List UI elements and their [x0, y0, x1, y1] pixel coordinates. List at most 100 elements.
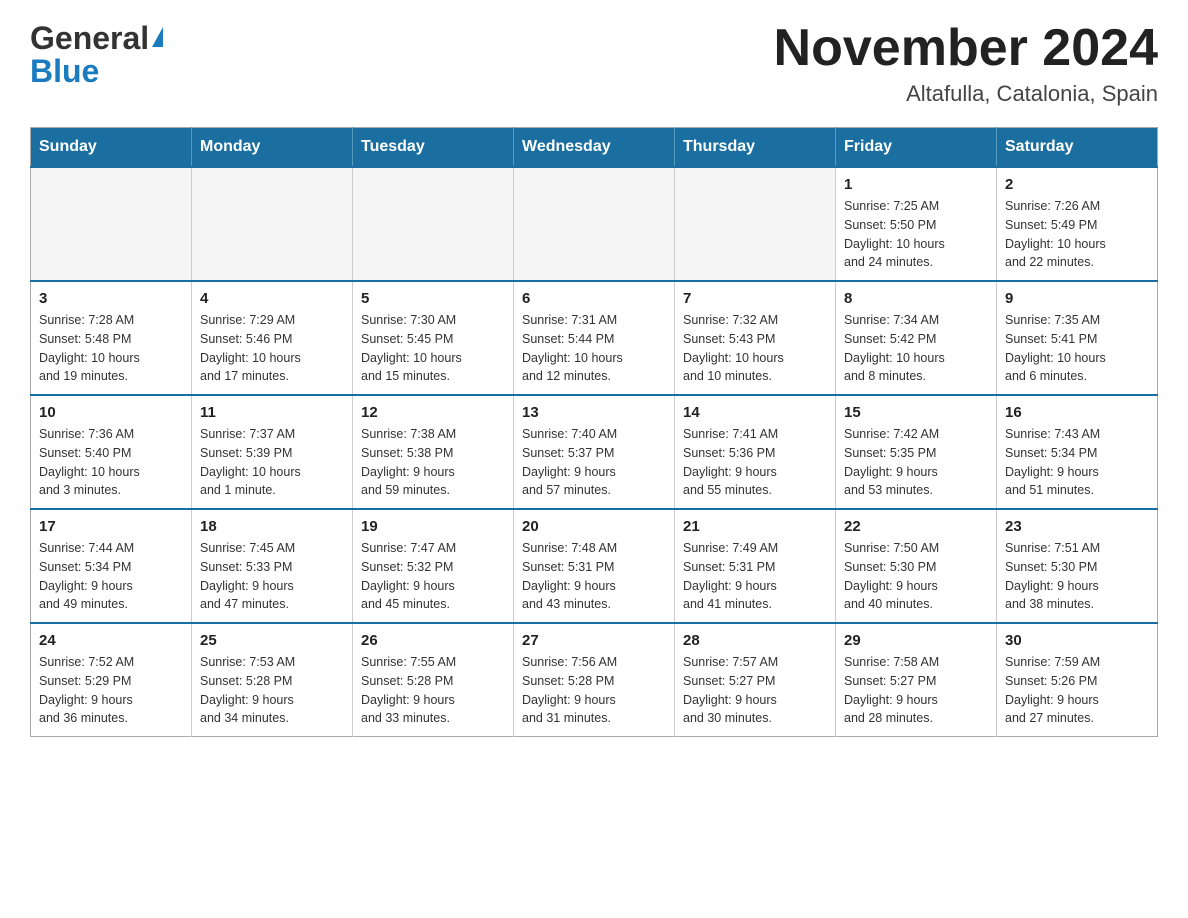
day-number: 2 [1005, 176, 1149, 193]
day-info: Sunrise: 7:49 AM Sunset: 5:31 PM Dayligh… [683, 539, 827, 614]
month-title: November 2024 [774, 20, 1158, 77]
weekday-header-thursday: Thursday [675, 128, 836, 168]
calendar-cell: 25 Sunrise: 7:53 AM Sunset: 5:28 PM Dayli… [192, 623, 353, 737]
day-info: Sunrise: 7:40 AM Sunset: 5:37 PM Dayligh… [522, 425, 666, 500]
day-info: Sunrise: 7:59 AM Sunset: 5:26 PM Dayligh… [1005, 653, 1149, 728]
calendar-cell: 30Sunrise: 7:59 AM Sunset: 5:26 PM Dayli… [997, 623, 1158, 737]
day-number: 20 [522, 518, 666, 535]
day-info: Sunrise: 7:52 AM Sunset: 5:29 PM Dayligh… [39, 653, 183, 728]
calendar-cell: 9Sunrise: 7:35 AM Sunset: 5:41 PM Daylig… [997, 281, 1158, 395]
day-info: Sunrise: 7:42 AM Sunset: 5:35 PM Dayligh… [844, 425, 988, 500]
calendar-cell: 2 Sunrise: 7:26 AM Sunset: 5:49 PM Daylig… [997, 167, 1158, 281]
day-info: Sunrise: 7:51 AM Sunset: 5:30 PM Dayligh… [1005, 539, 1149, 614]
day-number: 11 [200, 404, 344, 421]
day-info: Sunrise: 7:31 AM Sunset: 5:44 PM Dayligh… [522, 311, 666, 386]
calendar-cell: 28 Sunrise: 7:57 AM Sunset: 5:27 PM Dayli… [675, 623, 836, 737]
calendar-cell: 14 Sunrise: 7:41 AM Sunset: 5:36 PM Dayli… [675, 395, 836, 509]
calendar-week-row: 24 Sunrise: 7:52 AM Sunset: 5:29 PM Dayli… [31, 623, 1158, 737]
calendar-cell: 21 Sunrise: 7:49 AM Sunset: 5:31 PM Dayli… [675, 509, 836, 623]
day-number: 24 [39, 632, 183, 649]
calendar-cell: 13 Sunrise: 7:40 AM Sunset: 5:37 PM Dayli… [514, 395, 675, 509]
day-info: Sunrise: 7:43 AM Sunset: 5:34 PM Dayligh… [1005, 425, 1149, 500]
day-info: Sunrise: 7:34 AM Sunset: 5:42 PM Dayligh… [844, 311, 988, 386]
day-info: Sunrise: 7:28 AM Sunset: 5:48 PM Dayligh… [39, 311, 183, 386]
logo-general-text: General [30, 20, 149, 57]
day-number: 27 [522, 632, 666, 649]
calendar-cell: 24 Sunrise: 7:52 AM Sunset: 5:29 PM Dayli… [31, 623, 192, 737]
day-number: 4 [200, 290, 344, 307]
day-number: 28 [683, 632, 827, 649]
calendar-cell [31, 167, 192, 281]
calendar-cell [353, 167, 514, 281]
day-number: 18 [200, 518, 344, 535]
calendar-cell: 29Sunrise: 7:58 AM Sunset: 5:27 PM Dayli… [836, 623, 997, 737]
day-number: 3 [39, 290, 183, 307]
calendar-cell: 1Sunrise: 7:25 AM Sunset: 5:50 PM Daylig… [836, 167, 997, 281]
day-info: Sunrise: 7:32 AM Sunset: 5:43 PM Dayligh… [683, 311, 827, 386]
weekday-header-saturday: Saturday [997, 128, 1158, 168]
day-number: 6 [522, 290, 666, 307]
day-info: Sunrise: 7:25 AM Sunset: 5:50 PM Dayligh… [844, 197, 988, 272]
calendar-cell: 8Sunrise: 7:34 AM Sunset: 5:42 PM Daylig… [836, 281, 997, 395]
day-info: Sunrise: 7:26 AM Sunset: 5:49 PM Dayligh… [1005, 197, 1149, 272]
location-title: Altafulla, Catalonia, Spain [774, 81, 1158, 107]
calendar-cell: 6 Sunrise: 7:31 AM Sunset: 5:44 PM Daylig… [514, 281, 675, 395]
calendar-cell: 5 Sunrise: 7:30 AM Sunset: 5:45 PM Daylig… [353, 281, 514, 395]
day-info: Sunrise: 7:37 AM Sunset: 5:39 PM Dayligh… [200, 425, 344, 500]
day-number: 7 [683, 290, 827, 307]
day-info: Sunrise: 7:36 AM Sunset: 5:40 PM Dayligh… [39, 425, 183, 500]
logo: General Blue [30, 20, 163, 90]
calendar-week-row: 10 Sunrise: 7:36 AM Sunset: 5:40 PM Dayli… [31, 395, 1158, 509]
logo-triangle-icon [152, 27, 163, 47]
calendar-cell: 10 Sunrise: 7:36 AM Sunset: 5:40 PM Dayli… [31, 395, 192, 509]
day-number: 26 [361, 632, 505, 649]
day-number: 22 [844, 518, 988, 535]
calendar-week-row: 1Sunrise: 7:25 AM Sunset: 5:50 PM Daylig… [31, 167, 1158, 281]
weekday-header-monday: Monday [192, 128, 353, 168]
calendar-week-row: 17Sunrise: 7:44 AM Sunset: 5:34 PM Dayli… [31, 509, 1158, 623]
day-info: Sunrise: 7:45 AM Sunset: 5:33 PM Dayligh… [200, 539, 344, 614]
day-number: 10 [39, 404, 183, 421]
weekday-header-sunday: Sunday [31, 128, 192, 168]
title-block: November 2024 Altafulla, Catalonia, Spai… [774, 20, 1158, 107]
day-info: Sunrise: 7:50 AM Sunset: 5:30 PM Dayligh… [844, 539, 988, 614]
calendar-cell: 19Sunrise: 7:47 AM Sunset: 5:32 PM Dayli… [353, 509, 514, 623]
day-info: Sunrise: 7:29 AM Sunset: 5:46 PM Dayligh… [200, 311, 344, 386]
day-info: Sunrise: 7:58 AM Sunset: 5:27 PM Dayligh… [844, 653, 988, 728]
weekday-header-tuesday: Tuesday [353, 128, 514, 168]
weekday-header-row: SundayMondayTuesdayWednesdayThursdayFrid… [31, 128, 1158, 168]
day-info: Sunrise: 7:38 AM Sunset: 5:38 PM Dayligh… [361, 425, 505, 500]
calendar-table: SundayMondayTuesdayWednesdayThursdayFrid… [30, 127, 1158, 737]
weekday-header-wednesday: Wednesday [514, 128, 675, 168]
day-info: Sunrise: 7:41 AM Sunset: 5:36 PM Dayligh… [683, 425, 827, 500]
calendar-cell: 16 Sunrise: 7:43 AM Sunset: 5:34 PM Dayli… [997, 395, 1158, 509]
weekday-header-friday: Friday [836, 128, 997, 168]
calendar-cell: 22 Sunrise: 7:50 AM Sunset: 5:30 PM Dayli… [836, 509, 997, 623]
day-number: 12 [361, 404, 505, 421]
day-info: Sunrise: 7:56 AM Sunset: 5:28 PM Dayligh… [522, 653, 666, 728]
day-number: 14 [683, 404, 827, 421]
day-number: 13 [522, 404, 666, 421]
day-info: Sunrise: 7:53 AM Sunset: 5:28 PM Dayligh… [200, 653, 344, 728]
day-number: 21 [683, 518, 827, 535]
day-number: 25 [200, 632, 344, 649]
calendar-cell: 26Sunrise: 7:55 AM Sunset: 5:28 PM Dayli… [353, 623, 514, 737]
calendar-week-row: 3 Sunrise: 7:28 AM Sunset: 5:48 PM Daylig… [31, 281, 1158, 395]
calendar-cell: 17Sunrise: 7:44 AM Sunset: 5:34 PM Dayli… [31, 509, 192, 623]
day-number: 16 [1005, 404, 1149, 421]
day-number: 23 [1005, 518, 1149, 535]
day-number: 9 [1005, 290, 1149, 307]
day-info: Sunrise: 7:57 AM Sunset: 5:27 PM Dayligh… [683, 653, 827, 728]
calendar-cell: 15Sunrise: 7:42 AM Sunset: 5:35 PM Dayli… [836, 395, 997, 509]
calendar-cell: 20Sunrise: 7:48 AM Sunset: 5:31 PM Dayli… [514, 509, 675, 623]
day-info: Sunrise: 7:47 AM Sunset: 5:32 PM Dayligh… [361, 539, 505, 614]
day-number: 5 [361, 290, 505, 307]
day-info: Sunrise: 7:30 AM Sunset: 5:45 PM Dayligh… [361, 311, 505, 386]
calendar-cell [192, 167, 353, 281]
calendar-cell: 23 Sunrise: 7:51 AM Sunset: 5:30 PM Dayli… [997, 509, 1158, 623]
page-header: General Blue November 2024 Altafulla, Ca… [30, 20, 1158, 107]
calendar-cell: 7 Sunrise: 7:32 AM Sunset: 5:43 PM Daylig… [675, 281, 836, 395]
calendar-cell [514, 167, 675, 281]
calendar-cell [675, 167, 836, 281]
calendar-cell: 27 Sunrise: 7:56 AM Sunset: 5:28 PM Dayli… [514, 623, 675, 737]
